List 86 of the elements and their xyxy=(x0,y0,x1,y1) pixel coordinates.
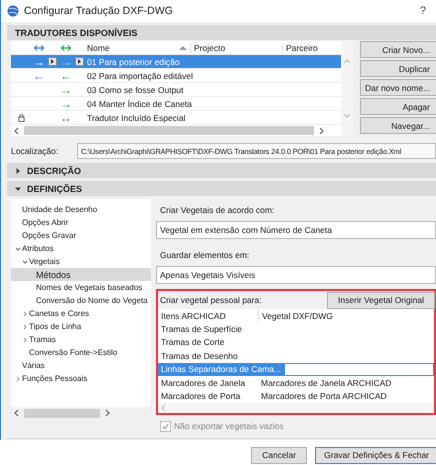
dialog-button[interactable]: Criar Novo... xyxy=(360,41,436,58)
section-header[interactable]: DEFINIÇÕES xyxy=(7,181,436,196)
tree-item[interactable]: Tipos de Linha xyxy=(11,320,151,333)
chevron-right-icon[interactable] xyxy=(15,376,21,382)
insert-button[interactable]: Inserir Vegetal Original xyxy=(327,292,435,308)
panel-label: Criar vegetal pessoal para: xyxy=(160,295,262,305)
translator-name: 04 Manter Índice de Caneta xyxy=(86,98,192,108)
scroll-left-icon[interactable] xyxy=(14,409,20,417)
sort-icon xyxy=(179,45,187,50)
column-header[interactable]: Projecto xyxy=(190,42,282,52)
dialog-button[interactable]: Apagar xyxy=(360,98,436,115)
column-header: Itens ARCHICAD xyxy=(160,310,227,322)
dialog-button[interactable]: Gravar Definições & Fechar xyxy=(315,446,436,464)
chevron-right-icon[interactable] xyxy=(22,324,28,330)
location-label: Localização: xyxy=(11,146,60,156)
help-button[interactable]: ? xyxy=(420,5,426,17)
arrow-icon: → xyxy=(58,56,74,68)
tree-item[interactable]: Opções Abrir xyxy=(11,216,151,229)
tree-item[interactable]: Atributos xyxy=(11,242,151,255)
translator-row[interactable]: → 04 Manter Índice de Caneta xyxy=(11,97,341,111)
dialog-button[interactable]: Navegar... xyxy=(360,117,436,134)
tree-item[interactable]: Várias xyxy=(11,359,151,372)
chevron-down-icon[interactable] xyxy=(22,258,28,264)
field-label: Guardar elementos em: xyxy=(159,249,250,262)
dialog-button[interactable]: Duplicar xyxy=(360,60,436,77)
translator-name: 03 Como se fosse Output xyxy=(86,84,184,94)
translator-name: 02 Para importação editável xyxy=(86,70,193,80)
table-cell[interactable]: Tramas de Desenho xyxy=(158,349,258,363)
scrollbar-thumb[interactable] xyxy=(24,408,100,418)
column-header: Vegetal DXF/DWG xyxy=(258,309,434,322)
table-cell[interactable]: Linhas Separadoras de Cama... xyxy=(158,362,284,376)
window-title: Configurar Tradução DXF-DWG xyxy=(24,5,173,17)
arrow-icon: → xyxy=(58,98,74,110)
table-cell-text: Marcadores de Porta ARCHICAD xyxy=(260,390,388,403)
scroll-down-icon[interactable] xyxy=(343,113,351,118)
double-arrow-icon xyxy=(60,44,72,52)
translator-name: 01 Para posterior edição xyxy=(86,56,180,66)
translator-name: Tradutor Incluído Especial xyxy=(86,112,186,122)
tree-item[interactable]: Vegetais xyxy=(11,255,151,268)
tree-item[interactable]: Opções Gravar xyxy=(11,229,151,242)
triangle-right-icon xyxy=(15,168,21,174)
translator-row[interactable]: → 03 Como se fosse Output xyxy=(11,83,341,97)
table-cell-text: Marcadores de Janela ARCHICAD xyxy=(260,376,392,390)
play-icon[interactable] xyxy=(74,57,85,66)
arrow-icon: ← xyxy=(58,70,74,82)
dialog-button[interactable]: Cancelar xyxy=(251,446,308,464)
scroll-right-icon[interactable] xyxy=(318,126,324,134)
input-field[interactable] xyxy=(284,362,434,376)
translator-row[interactable]: ← ← 02 Para importação editável xyxy=(11,69,341,83)
column-header[interactable]: Nome xyxy=(85,42,179,52)
triangle-down-icon xyxy=(15,186,21,192)
scrollbar-thumb[interactable] xyxy=(24,126,314,135)
checkbox-label: Não exportar vegetais vazios xyxy=(174,421,284,432)
dropdown-field[interactable]: Apenas Vegetais Visíveis xyxy=(156,266,436,284)
arrow-icon: → xyxy=(31,56,47,68)
scroll-up-icon[interactable] xyxy=(343,59,351,64)
tree-item[interactable]: Conversão Fonte->Estilo xyxy=(11,346,151,359)
table-cell[interactable]: Tramas de Corte xyxy=(158,336,258,350)
tree-item[interactable]: Nomes de Vegetais baseados xyxy=(11,281,151,294)
arrow-icon: ← xyxy=(31,70,47,82)
double-arrow-icon xyxy=(33,44,45,52)
tree-item[interactable]: Funções Pessoais xyxy=(11,372,151,385)
play-icon[interactable] xyxy=(47,57,58,66)
column-header[interactable]: Parceiro xyxy=(282,42,318,52)
section-header: TRADUTORES DISPONÍVEIS xyxy=(7,25,436,40)
translator-row[interactable]: → → 01 Para posterior edição xyxy=(11,55,341,69)
tree-item[interactable]: Conversão do Nome do Vegeta xyxy=(11,294,151,307)
dialog-button[interactable]: Dar novo nome... xyxy=(360,79,436,96)
arrow-icon: ↔ xyxy=(58,112,74,124)
table-cell[interactable]: Marcadores de Janela xyxy=(158,376,258,390)
globe-icon xyxy=(7,5,19,17)
dropdown-field[interactable]: Vegetal em extensão com Número de Caneta xyxy=(156,221,436,239)
chevron-down-icon[interactable] xyxy=(15,246,21,252)
table-cell[interactable]: Marcadores de Porta xyxy=(158,389,258,403)
field-label: Criar Vegetais de acordo com: xyxy=(159,204,276,217)
scroll-right-icon[interactable] xyxy=(104,409,110,417)
table-cell[interactable]: Tramas de Superfície xyxy=(158,322,258,336)
section-header[interactable]: DESCRIÇÃO xyxy=(7,163,436,178)
tree-item[interactable]: Métodos xyxy=(11,268,151,281)
tree-item[interactable]: Tramas xyxy=(11,333,151,346)
tree-item[interactable]: Unidade de Desenho xyxy=(11,203,151,216)
chevron-right-icon[interactable] xyxy=(22,310,28,316)
arrow-icon: → xyxy=(58,84,74,96)
chevron-right-icon[interactable] xyxy=(22,336,28,342)
scroll-left-icon[interactable] xyxy=(14,126,20,134)
tree-item[interactable]: Canetas e Cores xyxy=(11,307,151,320)
